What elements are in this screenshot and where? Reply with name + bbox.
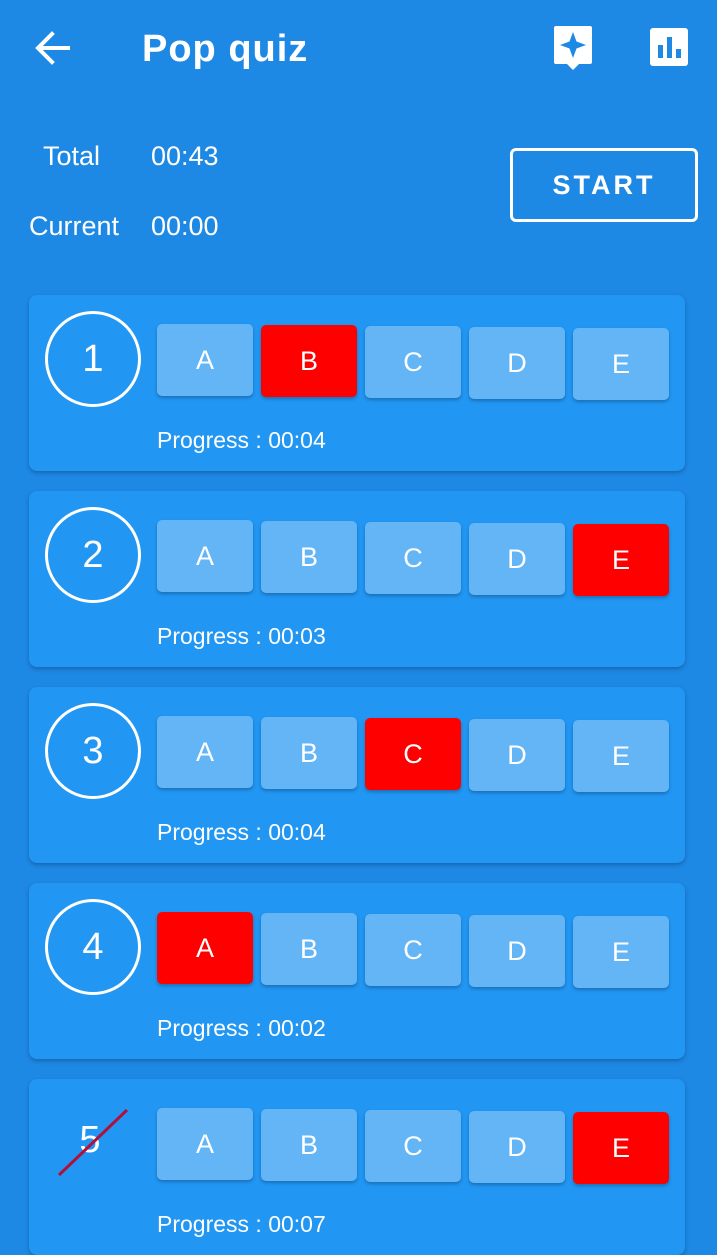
question-progress: Progress : 00:07 xyxy=(157,1211,326,1237)
bar-chart-icon xyxy=(650,28,688,66)
app-bar: Pop quiz xyxy=(0,0,717,100)
option-c-button[interactable]: C xyxy=(365,522,461,594)
question-card: 5 A B C D E Progress : 00:07 xyxy=(29,1079,685,1255)
question-number[interactable]: 2 xyxy=(45,507,141,603)
question-progress: Progress : 00:03 xyxy=(157,623,326,649)
question-number[interactable]: 5 xyxy=(45,1095,135,1185)
option-e-button[interactable]: E xyxy=(573,720,669,792)
question-progress: Progress : 00:04 xyxy=(157,427,326,453)
option-b-button[interactable]: B xyxy=(261,717,357,789)
rate-button[interactable] xyxy=(552,24,594,72)
total-time: 00:43 xyxy=(151,141,219,171)
option-b-button[interactable]: B xyxy=(261,1109,357,1181)
option-d-button[interactable]: D xyxy=(469,719,565,791)
back-arrow-icon xyxy=(35,31,70,65)
option-e-button[interactable]: E xyxy=(573,524,669,596)
question-number[interactable]: 4 xyxy=(45,899,141,995)
page-title: Pop quiz xyxy=(142,28,309,70)
option-e-button[interactable]: E xyxy=(573,328,669,400)
option-c-button[interactable]: C xyxy=(365,326,461,398)
option-e-button[interactable]: E xyxy=(573,916,669,988)
option-d-button[interactable]: D xyxy=(469,523,565,595)
rate-star-icon xyxy=(554,26,592,70)
option-d-button[interactable]: D xyxy=(469,327,565,399)
question-card: 2 A B C D E Progress : 00:03 xyxy=(29,491,685,667)
question-card: 3 A B C D E Progress : 00:04 xyxy=(29,687,685,863)
question-card: 4 A B C D E Progress : 00:02 xyxy=(29,883,685,1059)
current-time: 00:00 xyxy=(151,211,219,241)
current-label: Current xyxy=(29,211,120,241)
option-b-button[interactable]: B xyxy=(261,325,357,397)
question-number[interactable]: 1 xyxy=(45,311,141,407)
option-e-button[interactable]: E xyxy=(573,1112,669,1184)
option-a-button[interactable]: A xyxy=(157,520,253,592)
option-c-button[interactable]: C xyxy=(365,1110,461,1182)
option-b-button[interactable]: B xyxy=(261,913,357,985)
option-a-button[interactable]: A xyxy=(157,324,253,396)
option-c-button[interactable]: C xyxy=(365,914,461,986)
statistics-button[interactable] xyxy=(650,28,688,66)
total-label: Total xyxy=(43,141,101,171)
question-number[interactable]: 3 xyxy=(45,703,141,799)
option-c-button[interactable]: C xyxy=(365,718,461,790)
question-progress: Progress : 00:02 xyxy=(157,1015,326,1041)
option-a-button[interactable]: A xyxy=(157,912,253,984)
option-a-button[interactable]: A xyxy=(157,716,253,788)
option-d-button[interactable]: D xyxy=(469,1111,565,1183)
option-d-button[interactable]: D xyxy=(469,915,565,987)
option-a-button[interactable]: A xyxy=(157,1108,253,1180)
start-button[interactable]: START xyxy=(510,148,698,222)
back-button[interactable] xyxy=(30,26,78,70)
question-progress: Progress : 00:04 xyxy=(157,819,326,845)
question-card: 1 A B C D E Progress : 00:04 xyxy=(29,295,685,471)
option-b-button[interactable]: B xyxy=(261,521,357,593)
